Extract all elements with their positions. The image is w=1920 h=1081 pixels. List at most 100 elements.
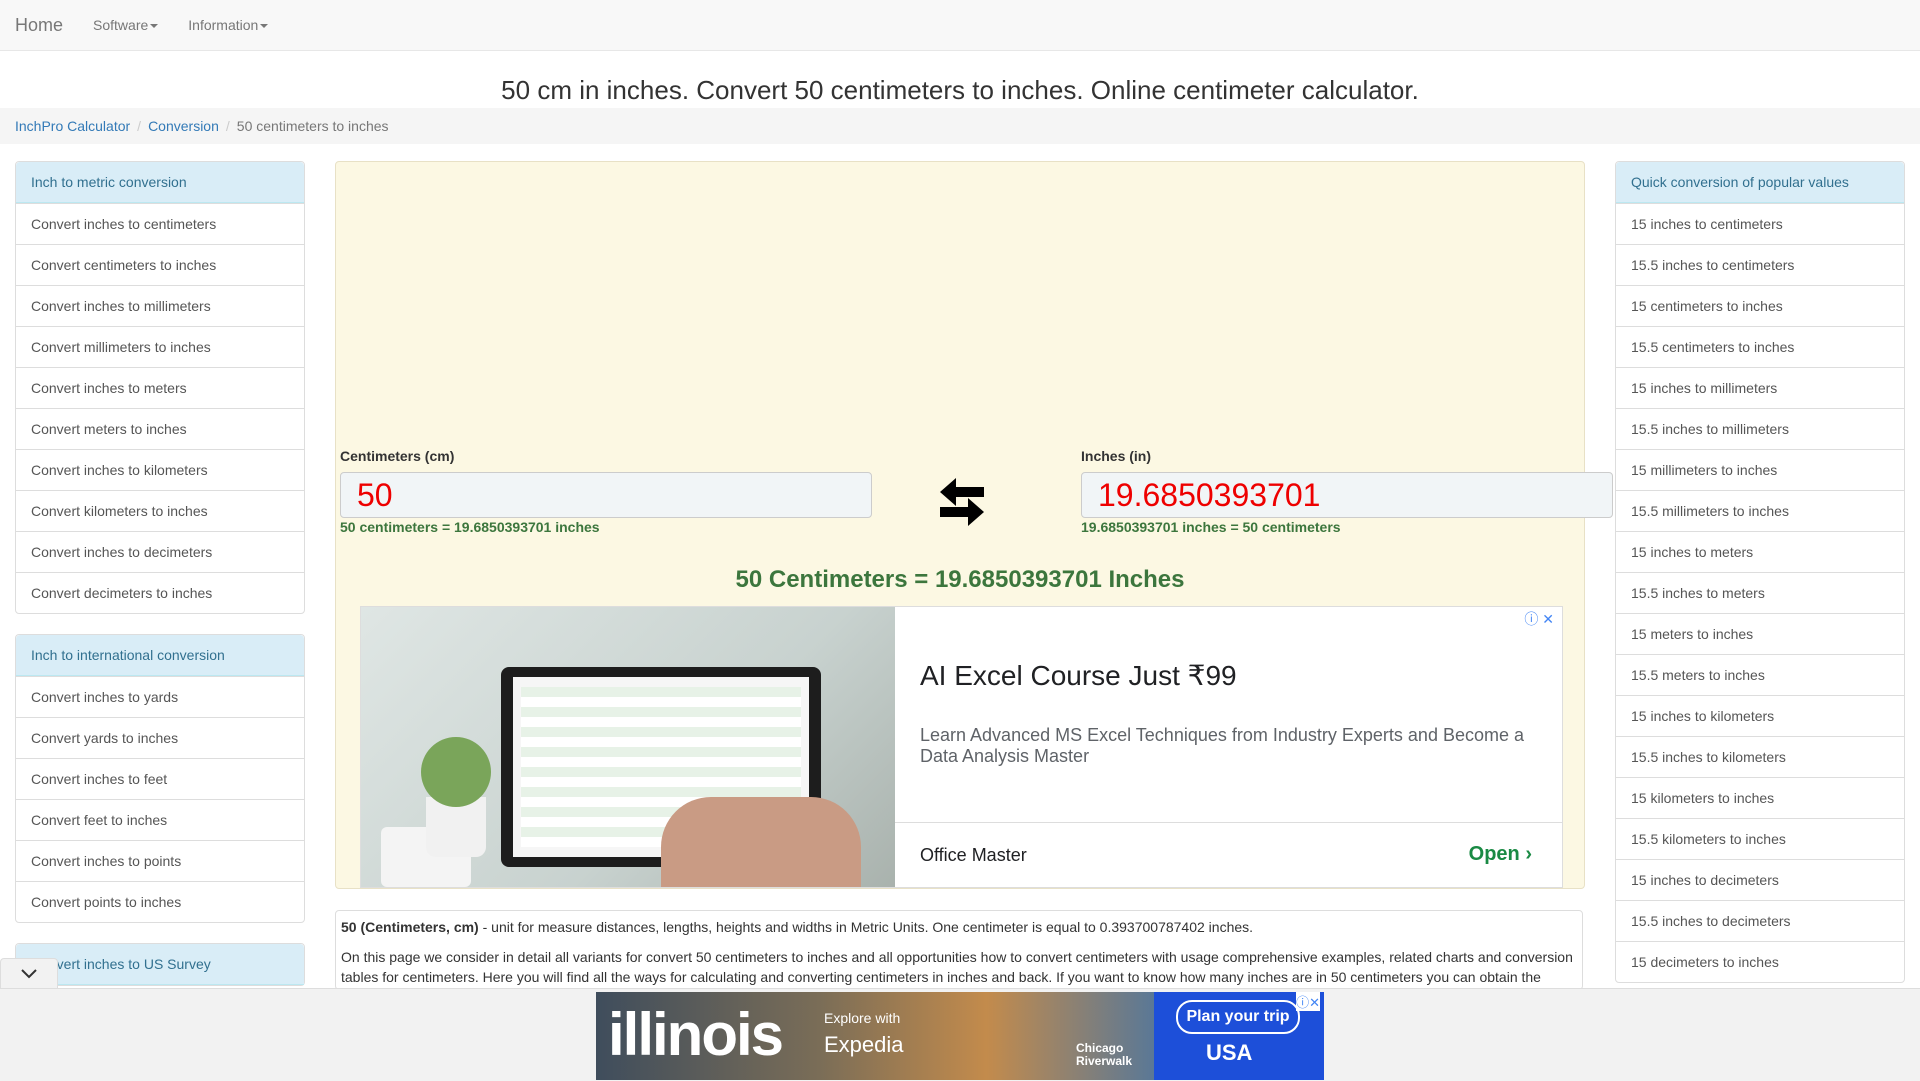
ad-description: Learn Advanced MS Excel Techniques from … [920,725,1524,766]
ad-title[interactable]: AI Excel Course Just ₹99 [920,659,1237,692]
breadcrumb-current: 50 centimeters to inches [236,118,389,134]
inches-equation: 19.6850393701 inches = 50 centimeters [1081,519,1341,535]
navbar: Home Software Information [0,0,1920,51]
bottom-advertisement[interactable]: illinois Explore with Expedia Chicago Ri… [596,992,1324,1080]
plan-your-trip-button[interactable]: Plan your trip [1176,1000,1300,1034]
popular-item[interactable]: 15 millimeters to inches [1616,449,1904,490]
ad-hand-shape [661,797,861,887]
popular-item[interactable]: 15.5 meters to inches [1616,654,1904,695]
ad-open-label: Open [1468,843,1520,865]
popular-values-group: Quick conversion of popular values 15 in… [1615,161,1905,983]
description-definition: - unit for measure distances, lengths, h… [478,919,1254,935]
converter-panel: Centimeters (cm) 50 50 centimeters = 19.… [335,161,1613,889]
inches-input[interactable]: 19.6850393701 [1081,472,1613,518]
sidebar-item[interactable]: Convert kilometers to inches [16,490,304,531]
caret-down-icon [150,24,159,29]
breadcrumb-separator: / [225,118,230,134]
ad-footer: Office Master Open › [895,822,1562,887]
advertisement[interactable]: ⓘ ✕ AI Excel Course Just ₹99 Learn Advan… [360,606,1563,888]
sidebar-item[interactable]: Convert inches to kilometers [16,449,304,490]
sidebar-item[interactable]: Convert inches to points [16,840,304,881]
chevron-down-icon [21,969,37,979]
sidebar-item[interactable]: Convert millimeters to inches [16,326,304,367]
caret-down-icon [260,24,269,29]
collapse-ad-button[interactable] [0,958,58,989]
sidebar-item[interactable]: Convert decimeters to inches [16,572,304,613]
ad-text-area[interactable]: ⓘ ✕ AI Excel Course Just ₹99 Learn Advan… [895,607,1562,887]
centimeters-equation: 50 centimeters = 19.6850393701 inches [340,519,600,535]
description-paragraph: 50 (Centimeters, cm) - unit for measure … [341,917,1577,937]
sidebar-item[interactable]: Convert inches to millimeters [16,285,304,326]
popular-item[interactable]: 15 inches to centimeters [1616,203,1904,244]
left-sidebar: Inch to metric conversion Convert inches… [15,161,305,1006]
usa-logo: USA [1206,1040,1253,1065]
page-title: 50 cm in inches. Convert 50 centimeters … [501,75,1419,105]
us-survey-heading[interactable]: Convert inches to US Survey [16,944,304,985]
sidebar-item[interactable]: Convert inches to meters [16,367,304,408]
sidebar-item[interactable]: Convert inches to centimeters [16,203,304,244]
ad-info-close-icon[interactable]: ⓘ✕ [1296,992,1320,1011]
description-paragraph: On this page we consider in detail all v… [341,949,1573,985]
international-conversion-group: Inch to international conversion Convert… [15,634,305,923]
popular-values-heading[interactable]: Quick conversion of popular values [1616,162,1904,203]
swap-arrows-icon[interactable] [932,472,992,532]
sidebar-item[interactable]: Convert meters to inches [16,408,304,449]
popular-item[interactable]: 15 centimeters to inches [1616,285,1904,326]
popular-item[interactable]: 15 kilometers to inches [1616,777,1904,818]
popular-item[interactable]: 15.5 inches to centimeters [1616,244,1904,285]
popular-item[interactable]: 15 decimeters to inches [1616,941,1904,982]
ad-brand: Office Master [920,845,1027,865]
ad-image[interactable] [361,607,895,887]
popular-item[interactable]: 15 inches to meters [1616,531,1904,572]
sidebar-item[interactable]: Convert centimeters to inches [16,244,304,285]
popular-item[interactable]: 15.5 inches to kilometers [1616,736,1904,777]
explore-with-text: Explore with [824,1010,901,1026]
metric-conversion-heading[interactable]: Inch to metric conversion [16,162,304,203]
breadcrumb-separator: / [137,118,142,134]
ad-open-button[interactable]: Open › [1469,843,1532,866]
us-survey-group: Convert inches to US Survey [15,943,305,986]
chevron-right-icon: › [1525,843,1532,865]
sidebar-item[interactable]: Convert inches to decimeters [16,531,304,572]
centimeters-input[interactable]: 50 [340,472,872,518]
sidebar-item[interactable]: Convert inches to yards [16,676,304,717]
metric-conversion-group: Inch to metric conversion Convert inches… [15,161,305,614]
description-panel: 50 (Centimeters, cm) - unit for measure … [335,910,1583,990]
popular-item[interactable]: 15.5 kilometers to inches [1616,818,1904,859]
popular-item[interactable]: 15 inches to kilometers [1616,695,1904,736]
popular-item[interactable]: 15.5 inches to decimeters [1616,900,1904,941]
international-conversion-heading[interactable]: Inch to international conversion [16,635,304,676]
nav-information-dropdown[interactable]: Information [173,17,283,33]
nav-home-link[interactable]: Home [0,15,78,36]
nav-software-label: Software [93,17,149,33]
sidebar-item[interactable]: Convert points to inches [16,881,304,922]
popular-item[interactable]: 15 inches to decimeters [1616,859,1904,900]
breadcrumb-conversion[interactable]: Conversion [148,118,219,134]
bottom-ad-cta-panel[interactable]: ⓘ✕ Plan your trip USA [1154,992,1324,1080]
right-sidebar: Quick conversion of popular values 15 in… [1615,161,1905,1003]
ad-info-close-icon[interactable]: ⓘ ✕ [1524,609,1554,629]
sidebar-item[interactable]: Convert feet to inches [16,799,304,840]
description-term: 50 (Centimeters, cm) [341,919,479,935]
popular-item[interactable]: 15 inches to millimeters [1616,367,1904,408]
bottom-ad-banner[interactable]: illinois Explore with Expedia Chicago Ri… [596,992,1154,1080]
popular-item[interactable]: 15.5 inches to millimeters [1616,408,1904,449]
illinois-logo: illinois [608,1001,784,1068]
chicago-riverwalk-label: Chicago Riverwalk [1076,1041,1133,1068]
expedia-logo: Expedia [824,1032,904,1057]
nav-information-label: Information [188,17,259,33]
breadcrumb-home[interactable]: InchPro Calculator [15,118,130,134]
inches-label: Inches (in) [1081,448,1152,464]
popular-item[interactable]: 15.5 centimeters to inches [1616,326,1904,367]
popular-item[interactable]: 15.5 millimeters to inches [1616,490,1904,531]
centimeters-label: Centimeters (cm) [340,448,455,464]
main-content: Centimeters (cm) 50 50 centimeters = 19.… [335,161,1613,990]
ad-plant-shape [421,737,491,807]
popular-item[interactable]: 15 meters to inches [1616,613,1904,654]
sidebar-item[interactable]: Convert inches to feet [16,758,304,799]
breadcrumb: InchPro Calculator / Conversion / 50 cen… [0,108,1920,144]
sidebar-item[interactable]: Convert yards to inches [16,717,304,758]
nav-software-dropdown[interactable]: Software [78,17,173,33]
popular-item[interactable]: 15.5 inches to meters [1616,572,1904,613]
conversion-result: 50 Centimeters = 19.6850393701 Inches [735,566,1185,593]
